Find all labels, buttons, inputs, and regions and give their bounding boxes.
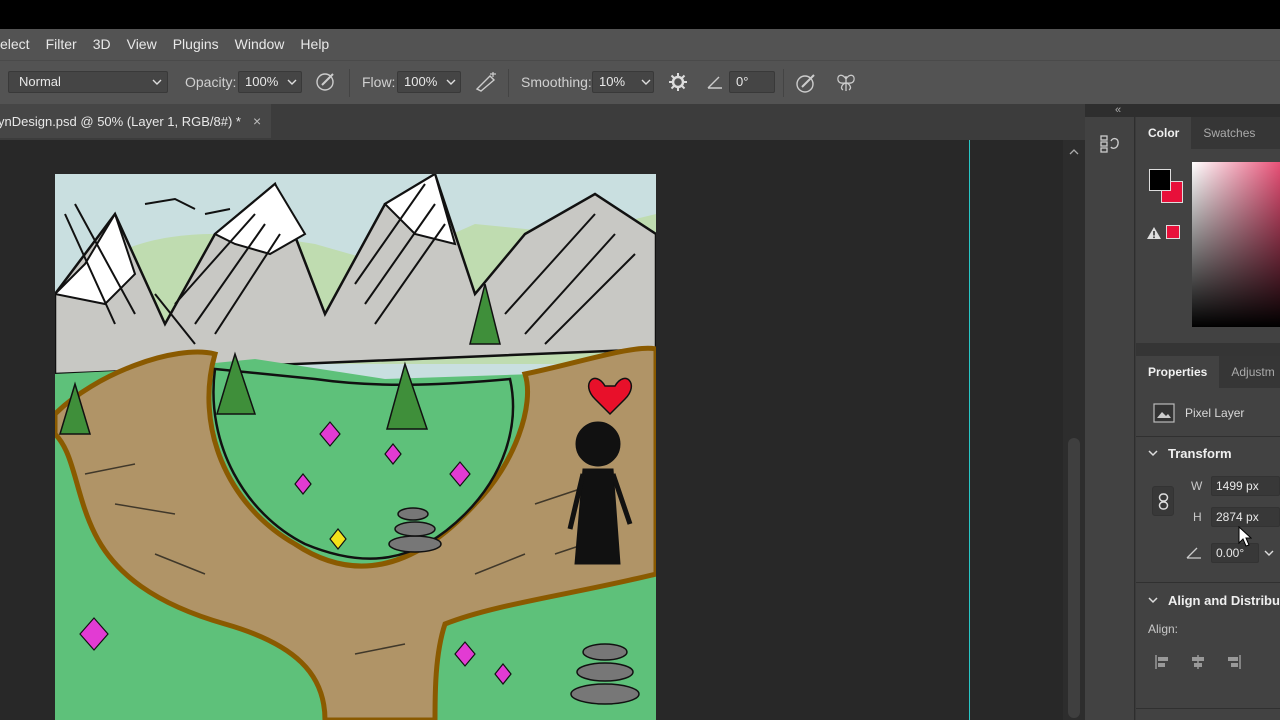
opacity-value: 100%: [245, 74, 279, 89]
symmetry-butterfly-icon[interactable]: [834, 71, 858, 95]
panel-divider: [1136, 343, 1280, 356]
width-field[interactable]: 1499 px: [1211, 476, 1280, 496]
close-icon[interactable]: ×: [253, 113, 261, 129]
width-label: W: [1191, 479, 1203, 493]
separator: [783, 69, 784, 97]
document-canvas[interactable]: [55, 174, 656, 720]
tab-swatches[interactable]: Swatches: [1191, 117, 1267, 149]
collapse-panels-icon[interactable]: «: [1115, 104, 1121, 116]
transform-heading: Transform: [1168, 445, 1232, 461]
gamut-color-swatch[interactable]: [1166, 225, 1180, 239]
divider: [1136, 436, 1280, 437]
chevron-down-icon[interactable]: [283, 71, 301, 93]
guide-line[interactable]: [969, 140, 970, 720]
history-icon[interactable]: [1099, 133, 1121, 155]
document-tab[interactable]: ynDesign.psd @ 50% (Layer 1, RGB/8#) * ×: [0, 104, 272, 138]
pressure-size-icon[interactable]: [794, 71, 818, 95]
flow-value: 100%: [404, 74, 438, 89]
color-spectrum-field[interactable]: [1192, 162, 1280, 327]
menu-plugins[interactable]: Plugins: [165, 29, 227, 60]
chevron-down-icon: [1148, 450, 1158, 457]
flow-label: Flow:: [362, 74, 396, 90]
vertical-scrollbar[interactable]: [1063, 140, 1085, 720]
transform-section-header[interactable]: Transform: [1136, 438, 1280, 468]
panel-icon-column: [1085, 117, 1135, 720]
link-proportions-button[interactable]: [1152, 486, 1174, 516]
document-tab-row: ynDesign.psd @ 50% (Layer 1, RGB/8#) * ×: [0, 104, 1085, 140]
airbrush-icon[interactable]: [474, 71, 498, 93]
height-field[interactable]: 2874 px: [1211, 507, 1280, 527]
title-strip: [0, 0, 1280, 29]
artwork-illustration: [55, 174, 656, 720]
menu-window[interactable]: Window: [227, 29, 293, 60]
chevron-down-icon[interactable]: [1263, 546, 1275, 560]
color-panel: Color Swatches G: [1136, 117, 1280, 343]
document-tab-title: ynDesign.psd @ 50% (Layer 1, RGB/8#) *: [0, 113, 241, 129]
tab-adjustments[interactable]: Adjustm: [1219, 356, 1280, 388]
align-heading: Align and Distribu: [1168, 592, 1280, 608]
menu-filter[interactable]: Filter: [38, 29, 85, 60]
link-icon: [1158, 493, 1169, 510]
rotation-value: 0.00°: [1216, 546, 1245, 560]
mouse-cursor-icon: [1238, 526, 1252, 547]
height-label: H: [1193, 510, 1202, 524]
chevron-up-icon[interactable]: [1068, 146, 1080, 158]
chevron-down-icon: [152, 79, 162, 85]
blend-mode-select[interactable]: Normal: [8, 71, 168, 93]
smoothing-value: 10%: [599, 74, 626, 89]
angle-icon: [707, 76, 722, 89]
height-value: 2874 px: [1216, 510, 1259, 524]
angle-field[interactable]: 0°: [729, 71, 775, 93]
separator: [508, 69, 509, 97]
properties-panel-tabs: Properties Adjustm: [1136, 356, 1280, 388]
tab-color[interactable]: Color: [1136, 117, 1192, 149]
scrollbar-thumb[interactable]: [1068, 438, 1080, 718]
gear-icon[interactable]: [668, 72, 688, 92]
right-panel-dock: « Color Swatches G Properties Adjustm Pi…: [1085, 104, 1280, 720]
blend-mode-value: Normal: [19, 74, 61, 89]
layer-type-label: Pixel Layer: [1185, 406, 1245, 420]
opacity-label: Opacity:: [185, 74, 237, 90]
menu-select[interactable]: elect: [0, 29, 38, 60]
menu-view[interactable]: View: [119, 29, 165, 60]
pixel-layer-icon: [1153, 403, 1175, 423]
chevron-down-icon: [1148, 597, 1158, 604]
align-center-icon[interactable]: [1190, 654, 1206, 670]
menu-help[interactable]: Help: [292, 29, 337, 60]
width-value: 1499 px: [1216, 479, 1259, 493]
properties-panel: Properties Adjustm Pixel Layer Transform…: [1136, 356, 1280, 720]
pressure-opacity-icon[interactable]: [315, 70, 337, 92]
divider: [1136, 582, 1280, 583]
align-right-icon[interactable]: [1226, 654, 1242, 670]
tab-properties[interactable]: Properties: [1136, 356, 1220, 388]
chevron-down-icon[interactable]: [637, 71, 655, 93]
dock-header: «: [1085, 104, 1280, 117]
align-label: Align:: [1148, 622, 1179, 636]
align-section-header[interactable]: Align and Distribu: [1136, 585, 1280, 615]
smoothing-label: Smoothing:: [521, 74, 592, 90]
angle-value: 0°: [736, 74, 749, 89]
separator: [349, 69, 350, 97]
align-left-icon[interactable]: [1154, 654, 1170, 670]
menu-3d[interactable]: 3D: [85, 29, 119, 60]
warning-icon[interactable]: [1146, 226, 1162, 240]
chevron-down-icon[interactable]: [442, 71, 460, 93]
color-panel-tabs: Color Swatches G: [1136, 117, 1280, 149]
tab-gradients[interactable]: G: [1267, 117, 1280, 149]
foreground-color-swatch[interactable]: [1149, 169, 1171, 191]
divider: [1136, 708, 1280, 709]
menu-bar: elect Filter 3D View Plugins Window Help: [0, 29, 1280, 60]
options-bar: Normal Opacity: 100% Flow: 100% Smoothin…: [0, 60, 1280, 104]
angle-icon: [1186, 547, 1201, 559]
